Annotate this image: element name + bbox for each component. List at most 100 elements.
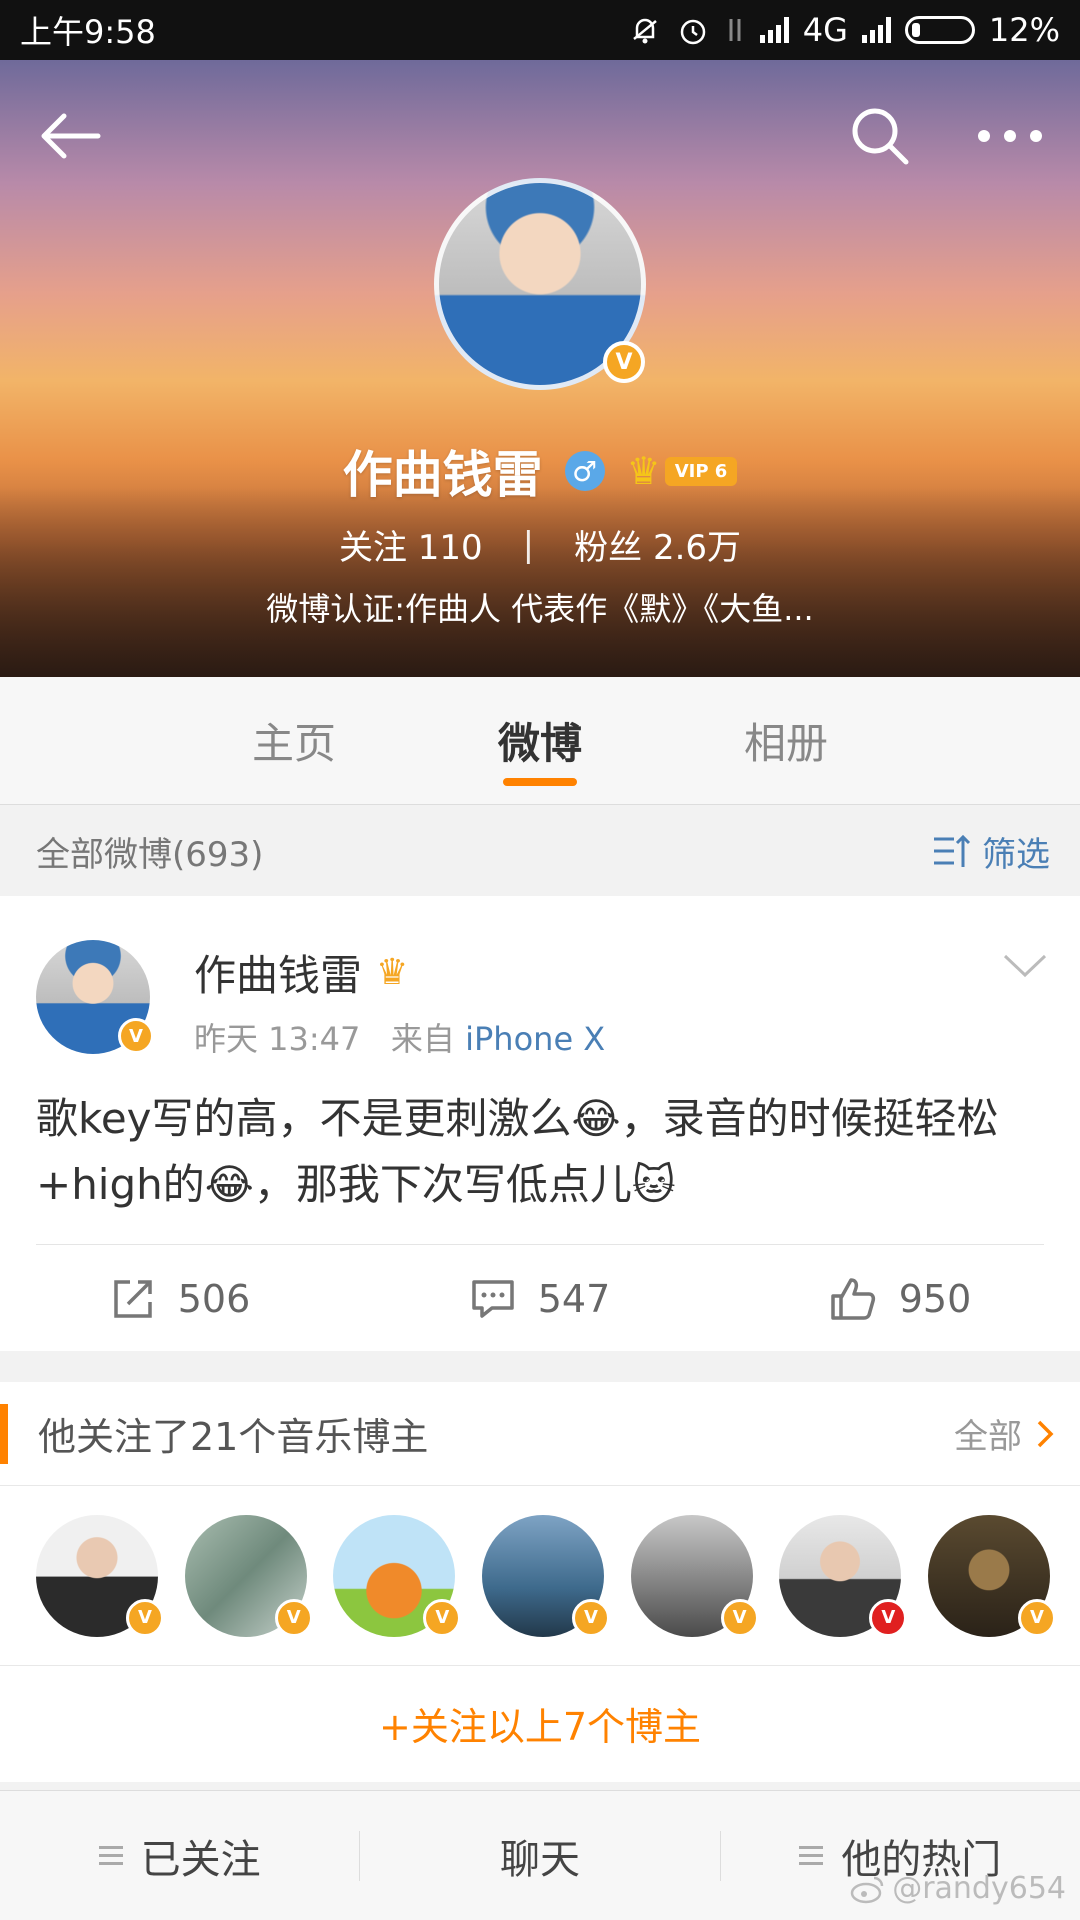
verified-badge-icon: V <box>720 1598 759 1637</box>
post-meta: 昨天 13:47 来自 iPhone X <box>194 1014 605 1060</box>
battery-icon <box>904 16 975 44</box>
fans-stat[interactable]: 粉丝 2.6万 <box>574 520 741 569</box>
repost-button[interactable]: 506 <box>0 1246 360 1351</box>
male-gender-icon: ♂ <box>564 451 605 491</box>
back-arrow-icon <box>41 113 101 159</box>
vip-level: VIP 6 <box>664 456 738 486</box>
watermark-text: @randy654 <box>892 1871 1066 1906</box>
profile-header: V 作曲钱雷 ♂ ♛ VIP 6 关注 110 | 粉丝 2.6万 微博认证:作… <box>0 60 1080 677</box>
profile-stats: 关注 110 | 粉丝 2.6万 <box>0 520 1080 569</box>
verified-badge-icon: V <box>423 1598 462 1637</box>
post-author-name[interactable]: 作曲钱雷 <box>194 942 362 1003</box>
profile-name-row: 作曲钱雷 ♂ ♛ VIP 6 <box>0 435 1080 507</box>
filter-icon <box>934 834 971 867</box>
chevron-right-icon <box>1037 1420 1054 1447</box>
filter-button[interactable]: 筛选 <box>932 827 1050 876</box>
thumbs-up-icon <box>830 1277 875 1320</box>
network-type: 4G <box>802 11 848 49</box>
crown-icon: ♛ <box>626 449 661 493</box>
view-all-button[interactable]: 全部 <box>954 1409 1054 1458</box>
post-menu-button[interactable] <box>1000 946 1050 986</box>
blogger-avatar-4[interactable]: V <box>481 1514 610 1637</box>
followed-bloggers-title: 他关注了21个音乐博主 <box>38 1415 429 1459</box>
repost-count: 506 <box>177 1276 251 1321</box>
blogger-avatar-6[interactable]: V <box>779 1514 908 1637</box>
weibo-count: 全部微博(693) <box>36 834 264 875</box>
verified-badge-red-icon: V <box>869 1598 908 1637</box>
profile-avatar[interactable]: V <box>434 178 646 390</box>
vip-badge[interactable]: ♛ VIP 6 <box>627 449 738 493</box>
menu-lines-icon <box>799 1846 824 1865</box>
blogger-avatar-5[interactable]: V <box>630 1514 759 1637</box>
followed-bloggers-section: 他关注了21个音乐博主 全部 V V V V V V V +关注以上7个博主 <box>0 1382 1080 1782</box>
more-dots-icon <box>978 130 1042 142</box>
filter-label: 筛选 <box>982 834 1050 875</box>
blogger-avatar-row: V V V V V V V <box>0 1486 1080 1666</box>
tab-home[interactable]: 主页 <box>171 677 417 804</box>
blogger-avatar-1[interactable]: V <box>36 1514 164 1637</box>
verified-badge-icon: V <box>118 1018 154 1054</box>
comment-button[interactable]: 547 <box>360 1246 720 1351</box>
view-all-label: 全部 <box>954 1417 1022 1457</box>
verified-badge-icon: V <box>126 1598 164 1637</box>
post-actions: 506 547 950 <box>0 1246 1080 1351</box>
profile-name: 作曲钱雷 <box>342 446 543 504</box>
like-count: 950 <box>898 1276 972 1321</box>
status-time: 上午9:58 <box>20 13 156 51</box>
comment-icon <box>471 1279 514 1318</box>
verification-info[interactable]: 微博认证:作曲人 代表作《默》《大鱼... <box>0 584 1080 630</box>
watermark: @randy654 <box>850 1871 1066 1906</box>
stat-separator: | <box>522 524 535 565</box>
post-divider <box>36 1244 1044 1245</box>
fans-count: 2.6万 <box>652 528 742 568</box>
follow-all-button[interactable]: +关注以上7个博主 <box>0 1666 1080 1780</box>
tab-weibo[interactable]: 微博 <box>417 677 663 804</box>
following-label: 关注 <box>338 528 407 568</box>
tab-album[interactable]: 相册 <box>663 677 909 804</box>
back-button[interactable] <box>30 96 110 176</box>
followed-bloggers-header: 他关注了21个音乐博主 全部 <box>0 1382 1080 1486</box>
verified-badge-icon: V <box>274 1598 313 1637</box>
post-author-row: 作曲钱雷 ♛ <box>194 942 408 1003</box>
mute-bell-icon <box>628 13 662 47</box>
post-time: 昨天 13:47 <box>194 1020 361 1058</box>
weibo-post[interactable]: V 作曲钱雷 ♛ 昨天 13:47 来自 iPhone X 歌key写的高，不是… <box>0 896 1080 1351</box>
comment-count: 547 <box>537 1276 611 1321</box>
followed-label: 已关注 <box>140 1836 261 1883</box>
repost-icon <box>113 1279 152 1318</box>
battery-percent: 12% <box>988 11 1060 49</box>
chevron-down-icon <box>1003 954 1047 978</box>
search-button[interactable] <box>840 96 920 176</box>
status-bar: 上午9:58 4G 12% <box>0 0 1080 60</box>
followed-button[interactable]: 已关注 <box>0 1827 359 1885</box>
chat-label: 聊天 <box>499 1836 580 1883</box>
menu-lines-icon <box>98 1846 123 1865</box>
verified-badge-icon: V <box>571 1598 610 1637</box>
post-text: 歌key写的高，不是更刺激么😂，录音的时候挺轻松+high的😂，那我下次写低点儿… <box>36 1094 999 1209</box>
verified-badge-icon: V <box>1017 1598 1056 1637</box>
like-button[interactable]: 950 <box>720 1246 1080 1351</box>
alarm-icon <box>676 13 710 47</box>
search-icon <box>852 108 909 165</box>
blogger-avatar-2[interactable]: V <box>184 1514 313 1637</box>
data-transfer-icon <box>724 15 746 45</box>
post-source[interactable]: iPhone X <box>465 1020 605 1058</box>
filter-bar: 全部微博(693) 筛选 <box>0 806 1080 896</box>
blogger-avatar-3[interactable]: V <box>333 1514 462 1637</box>
signal-icon <box>759 17 789 43</box>
blogger-avatar-7[interactable]: V <box>927 1514 1056 1637</box>
chat-button[interactable]: 聊天 <box>360 1827 719 1885</box>
signal-icon-2 <box>861 17 891 43</box>
fans-label: 粉丝 <box>574 528 643 568</box>
weibo-logo-icon <box>850 1876 884 1903</box>
status-icons: 4G 12% <box>628 11 1060 49</box>
bottom-action-bar: 已关注 聊天 他的热门 @randy654 <box>0 1790 1080 1920</box>
profile-tabs: 主页 微博 相册 <box>0 677 1080 805</box>
post-from-label: 来自 <box>390 1020 455 1058</box>
more-button[interactable] <box>970 96 1050 176</box>
following-count: 110 <box>417 528 483 568</box>
vip-crown-icon: ♛ <box>376 952 409 993</box>
verified-badge-icon: V <box>603 341 645 383</box>
following-stat[interactable]: 关注 110 <box>339 520 483 569</box>
post-author-avatar[interactable]: V <box>36 940 154 1054</box>
